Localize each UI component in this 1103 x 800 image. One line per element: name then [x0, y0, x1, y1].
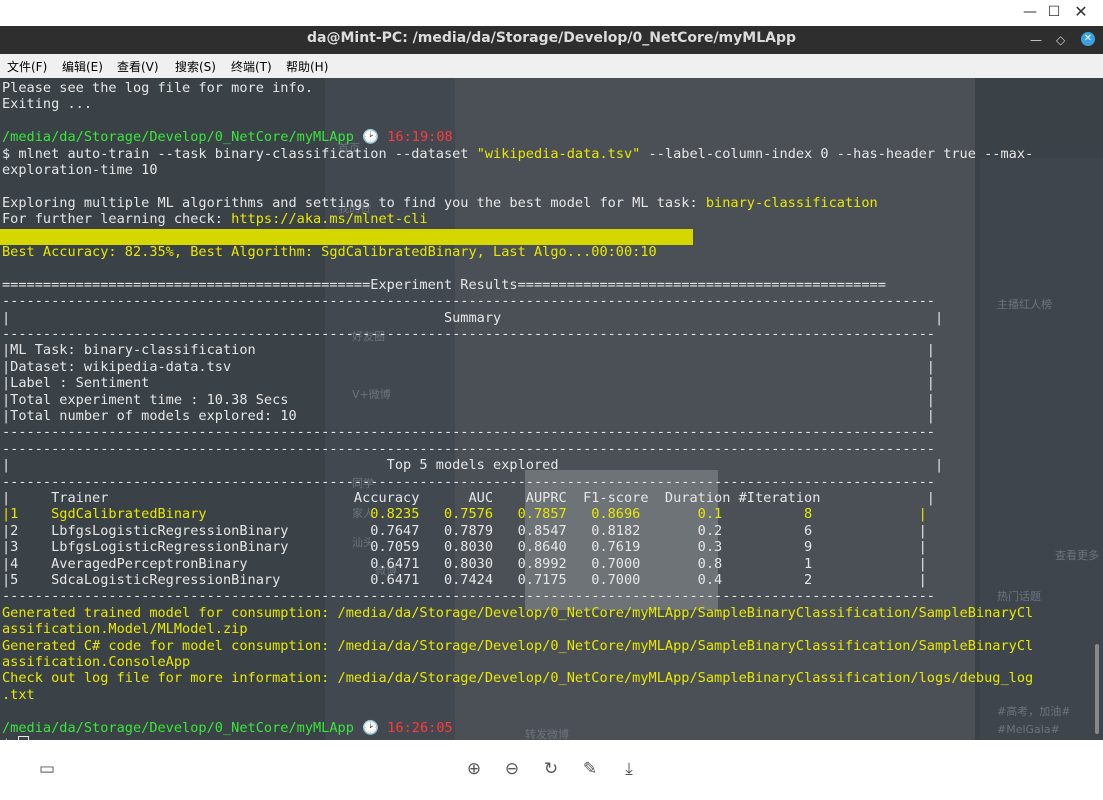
terminal-line: ----------------------------------------…: [2, 326, 935, 342]
terminal-line: ----------------------------------------…: [2, 440, 935, 457]
terminal-line: Exploring multiple ML algorithms and set…: [2, 194, 878, 211]
rotate-icon[interactable]: ↻: [541, 759, 561, 779]
terminal-line: ----------------------------------------…: [2, 588, 935, 605]
terminal-line: Exiting ...: [2, 96, 93, 113]
terminal-line: |Label : Sentiment |: [2, 375, 935, 392]
minimize-icon[interactable]: —: [1020, 2, 1040, 22]
terminal-line: ----------------------------------------…: [2, 293, 935, 310]
terminal-title: da@Mint-PC: /media/da/Storage/Develop/0_…: [307, 30, 796, 46]
terminal-line: | Top 5 models explored |: [2, 457, 944, 474]
panel-icon[interactable]: ▭: [37, 759, 57, 779]
terminal-line: | Summary |: [2, 309, 944, 326]
terminal-scrollbar[interactable]: [1095, 84, 1099, 734]
terminal-line: assification.Model/MLModel.zip: [2, 621, 248, 638]
zoom-out-icon[interactable]: ⊖: [502, 759, 522, 779]
terminal-line: /media/da/Storage/Develop/0_NetCore/myML…: [2, 719, 453, 736]
terminal-line: |3 LbfgsLogisticRegressionBinary 0.7059 …: [2, 539, 927, 556]
terminal-line: For further learning check: https://aka.…: [2, 211, 428, 228]
terminal-line: |Total number of models explored: 10 |: [2, 408, 935, 424]
terminal-line: |1 SgdCalibratedBinary 0.8235 0.7576 0.7…: [2, 506, 927, 523]
terminal-line: | Trainer Accuracy AUC AUPRC F1-score Du…: [2, 490, 935, 506]
terminal-title-bar: da@Mint-PC: /media/da/Storage/Develop/0_…: [0, 26, 1103, 54]
terminal-line: ----------------------------------------…: [2, 473, 935, 490]
terminal-line: Check out log file for more information:…: [2, 670, 1034, 687]
terminal-line: /media/da/Storage/Develop/0_NetCore/myML…: [2, 129, 453, 146]
terminal-line: |4 AveragedPerceptronBinary 0.6471 0.803…: [2, 555, 927, 572]
terminal-output[interactable]: Please see the log file for more info. Ex…: [0, 78, 1103, 740]
close-icon[interactable]: ✕: [1071, 2, 1091, 22]
edit-icon[interactable]: ✎: [580, 759, 600, 779]
zoom-in-icon[interactable]: ⊕: [464, 759, 484, 779]
terminal-line: Generated C# code for model consumption:…: [2, 637, 1034, 654]
progress-bar: [0, 229, 693, 245]
screenshot-view: da@Mint-PC: /media/da/Storage/Develop/0_…: [0, 26, 1103, 740]
menu-help[interactable]: 帮助(H): [286, 58, 328, 75]
menu-edit[interactable]: 编辑(E): [62, 58, 103, 75]
menu-view[interactable]: 查看(V): [117, 58, 159, 75]
terminal-close-icon[interactable]: ✕: [1081, 32, 1095, 46]
terminal-line: ----------------------------------------…: [2, 424, 935, 441]
terminal-line: |Dataset: wikipedia-data.tsv |: [2, 358, 935, 375]
terminal-line: Please see the log file for more info.: [2, 80, 313, 96]
viewer-title-bar: — ☐ ✕: [0, 0, 1103, 26]
maximize-icon[interactable]: ☐: [1044, 2, 1064, 22]
menu-bar: 文件(F) 编辑(E) 查看(V) 搜索(S) 终端(T) 帮助(H): [0, 54, 1103, 79]
terminal-line: |5 SdcaLogisticRegressionBinary 0.6471 0…: [2, 572, 927, 588]
terminal-line: Best Accuracy: 82.35%, Best Algorithm: S…: [2, 244, 657, 260]
terminal-line: .txt: [2, 686, 35, 703]
terminal-line: |ML Task: binary-classification |: [2, 342, 935, 359]
menu-terminal[interactable]: 终端(T): [231, 58, 272, 75]
terminal-minimize-icon[interactable]: —: [1030, 33, 1042, 47]
terminal-line: assification.ConsoleApp: [2, 654, 191, 670]
terminal-line: $ mlnet auto-train --task binary-classif…: [2, 145, 1034, 162]
terminal-maximize-icon[interactable]: ◇: [1056, 33, 1065, 47]
scrollbar-thumb[interactable]: [1095, 644, 1099, 734]
menu-file[interactable]: 文件(F): [7, 58, 47, 75]
terminal-line: |Total experiment time : 10.38 Secs |: [2, 391, 935, 408]
terminal-line: |2 LbfgsLogisticRegressionBinary 0.7647 …: [2, 522, 927, 539]
terminal-line: Generated trained model for consumption:…: [2, 604, 1034, 621]
menu-search[interactable]: 搜索(S): [175, 58, 216, 75]
terminal-line: exploration-time 10: [2, 162, 158, 178]
terminal-line: ========================================…: [2, 276, 886, 293]
viewer-toolbar: ▭ ⊕ ⊖ ↻ ✎ ⤓: [0, 740, 1103, 800]
download-icon[interactable]: ⤓: [619, 759, 639, 779]
